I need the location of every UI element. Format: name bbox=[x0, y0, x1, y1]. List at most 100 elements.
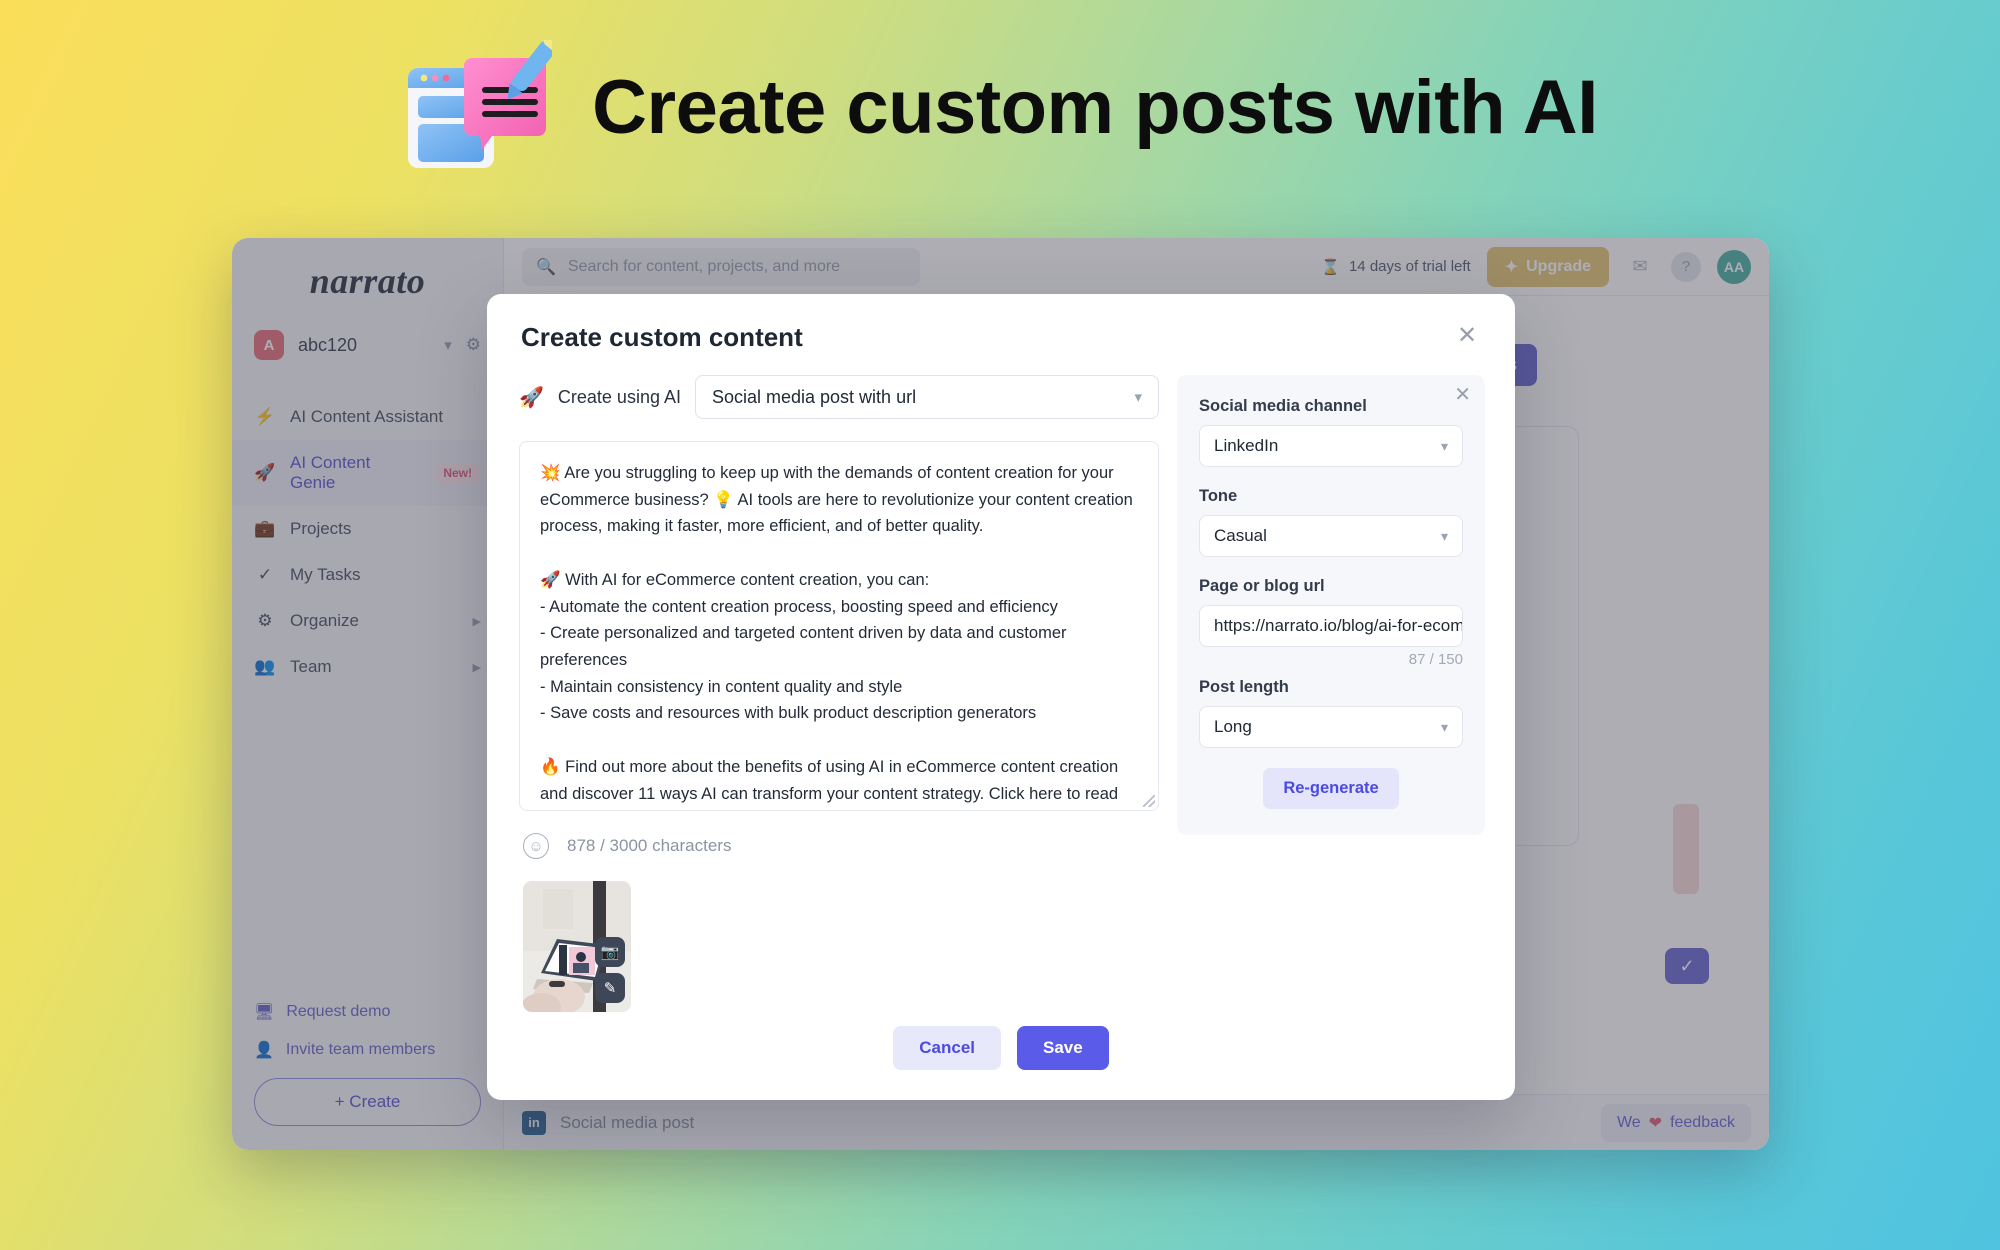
sidebar-item-my-tasks[interactable]: ✓ My Tasks bbox=[232, 552, 503, 598]
request-demo-label: Request demo bbox=[286, 1003, 391, 1020]
editor-blank-line bbox=[540, 727, 1138, 754]
editor-bullet: - Maintain consistency in content qualit… bbox=[540, 677, 903, 696]
sidebar-footer: 🖥 Request demo 👤 Invite team members + C… bbox=[232, 1002, 503, 1126]
post-length-label: Post length bbox=[1199, 678, 1289, 696]
search-icon: 🔍 bbox=[536, 258, 556, 276]
add-person-icon: 👤 bbox=[254, 1042, 274, 1059]
tone-select[interactable]: Casual ▾ bbox=[1199, 515, 1463, 557]
envelope-icon[interactable]: ✉ bbox=[1625, 252, 1655, 282]
feedback-suffix: feedback bbox=[1670, 1113, 1735, 1131]
sidebar-item-team[interactable]: 👥 Team ▶ bbox=[232, 644, 503, 690]
post-length-value: Long bbox=[1214, 717, 1252, 736]
workspace-avatar: A bbox=[254, 330, 284, 360]
page-title: Create custom posts with AI bbox=[592, 65, 1598, 150]
close-icon[interactable]: ✕ bbox=[1454, 385, 1471, 405]
page-or-blog-url-input[interactable]: https://narrato.io/blog/ai-for-ecommerce bbox=[1199, 605, 1463, 647]
editor-bullet: - Create personalized and targeted conte… bbox=[540, 624, 1067, 670]
rocket-icon: 🚀 bbox=[254, 463, 276, 482]
window-with-pencil-illustration bbox=[402, 34, 561, 175]
sidebar-item-organize[interactable]: ⚙ Organize ▶ bbox=[232, 598, 503, 644]
cancel-button[interactable]: Cancel bbox=[893, 1026, 1002, 1070]
editor-paragraph: 🚀 With AI for eCommerce content creation… bbox=[540, 570, 930, 589]
create-using-ai-label: Create using AI bbox=[557, 386, 681, 407]
page-or-blog-url-value: https://narrato.io/blog/ai-for-ecommerce bbox=[1214, 616, 1463, 635]
trial-label: 14 days of trial left bbox=[1348, 258, 1471, 275]
sidebar-item-label: Projects bbox=[290, 519, 352, 538]
question-mark-icon[interactable]: ? bbox=[1671, 251, 1702, 282]
chevron-right-icon: ▶ bbox=[472, 661, 481, 674]
tone-label: Tone bbox=[1199, 487, 1238, 505]
badge-new: New! bbox=[434, 463, 481, 483]
editor-blank-line bbox=[540, 540, 1138, 567]
avatar[interactable]: AA bbox=[1717, 249, 1752, 284]
sidebar-item-label: AI Content Genie bbox=[290, 453, 371, 492]
page-or-blog-url-label: Page or blog url bbox=[1199, 577, 1325, 595]
sidebar-item-ai-content-assistant[interactable]: ⚡ AI Content Assistant bbox=[232, 394, 503, 440]
tone-value: Casual bbox=[1214, 526, 1267, 545]
editor-bullet: - Save costs and resources with bulk pro… bbox=[540, 704, 1037, 723]
character-count: 878 / 3000 characters bbox=[567, 836, 732, 856]
create-custom-content-modal: Create custom content ✕ 🚀 Create using A… bbox=[487, 294, 1515, 1100]
request-demo-link[interactable]: 🖥 Request demo bbox=[254, 1002, 481, 1022]
character-count-row: ☺ 878 / 3000 characters bbox=[523, 833, 1159, 860]
upgrade-label: Upgrade bbox=[1526, 257, 1592, 275]
search-input[interactable]: 🔍 Search for content, projects, and more bbox=[522, 247, 920, 286]
close-icon[interactable]: ✕ bbox=[1453, 322, 1481, 350]
workspace-switcher[interactable]: A abc120 ▾ ⚙ bbox=[232, 330, 503, 360]
hero-banner: Create custom posts with AI bbox=[0, 34, 2000, 175]
monitor-icon: 🖥 bbox=[254, 1004, 275, 1021]
invite-team-members-link[interactable]: 👤 Invite team members bbox=[254, 1040, 481, 1060]
invite-label: Invite team members bbox=[285, 1041, 436, 1058]
linkedin-icon: in bbox=[522, 1110, 546, 1135]
content-type-value: Social media post with url bbox=[711, 386, 917, 407]
sidebar-item-label: AI Content Assistant bbox=[290, 407, 444, 426]
gears-icon: ⚙ bbox=[257, 611, 273, 630]
camera-icon[interactable]: 📷 bbox=[595, 937, 625, 968]
resize-handle[interactable] bbox=[1143, 795, 1155, 808]
save-button[interactable]: Save bbox=[1017, 1026, 1109, 1070]
heart-icon: ❤ bbox=[1648, 1114, 1663, 1132]
editor-paragraph: 💥 Are you struggling to keep up with the… bbox=[540, 464, 1133, 536]
gear-icon[interactable]: ⚙ bbox=[466, 335, 481, 355]
people-icon: 👥 bbox=[254, 657, 276, 676]
upgrade-button[interactable]: ✦ Upgrade bbox=[1486, 246, 1610, 287]
chevron-down-icon: ▾ bbox=[1440, 437, 1448, 454]
rocket-icon: 🚀 bbox=[519, 386, 544, 409]
bottombar-label: Social media post bbox=[560, 1112, 695, 1132]
sidebar-item-label: Team bbox=[290, 657, 332, 676]
create-button[interactable]: + Create bbox=[254, 1078, 481, 1126]
hourglass-icon: ⌛ bbox=[1321, 258, 1340, 276]
editor-pane: 🚀 Create using AI Social media post with… bbox=[519, 375, 1159, 1012]
modal-header: Create custom content ✕ bbox=[487, 294, 1515, 353]
lightning-icon: ⚡ bbox=[254, 407, 276, 426]
social-media-channel-select[interactable]: LinkedIn ▾ bbox=[1199, 425, 1463, 467]
chevron-down-icon: ▾ bbox=[1440, 718, 1448, 735]
post-image-thumbnail[interactable]: 📷 ✎ bbox=[523, 881, 631, 1012]
social-media-channel-value: LinkedIn bbox=[1214, 436, 1279, 455]
regenerate-button[interactable]: Re-generate bbox=[1263, 768, 1399, 809]
sidebar-item-label: My Tasks bbox=[290, 565, 361, 584]
sidebar-item-ai-content-genie[interactable]: 🚀 AI Content Genie New! bbox=[232, 440, 503, 506]
pencil-icon[interactable]: ✎ bbox=[595, 973, 625, 1004]
top-bar: 🔍 Search for content, projects, and more… bbox=[504, 238, 1769, 296]
sidebar-item-projects[interactable]: 💼 Projects bbox=[232, 506, 503, 552]
trial-status: ⌛ 14 days of trial left bbox=[1321, 258, 1470, 276]
content-type-select[interactable]: Social media post with url ▾ bbox=[694, 375, 1159, 419]
workspace-name: abc120 bbox=[298, 334, 358, 355]
chevron-down-icon: ▾ bbox=[1440, 527, 1448, 544]
url-character-count: 87 / 150 bbox=[1408, 651, 1463, 668]
feedback-button[interactable]: We ❤ feedback bbox=[1600, 1103, 1751, 1142]
smiley-icon[interactable]: ☺ bbox=[523, 833, 549, 860]
check-icon[interactable]: ✓ bbox=[1665, 948, 1709, 984]
checklist-icon: ✓ bbox=[257, 565, 273, 584]
sidebar-item-label: Organize bbox=[290, 611, 359, 630]
post-length-select[interactable]: Long ▾ bbox=[1199, 706, 1463, 748]
chevron-down-icon[interactable]: ▾ bbox=[444, 336, 452, 354]
sidebar: narrato A abc120 ▾ ⚙ ⚡ AI Content Assist… bbox=[232, 238, 504, 1150]
chevron-right-icon: ▶ bbox=[472, 615, 481, 628]
chevron-down-icon: ▾ bbox=[1134, 389, 1142, 406]
bottom-bar: in Social media post We ❤ feedback bbox=[504, 1094, 1769, 1150]
modal-footer: Cancel Save bbox=[487, 1012, 1515, 1100]
settings-panel: ✕ Social media channel LinkedIn ▾ Tone C… bbox=[1177, 375, 1485, 835]
content-textarea[interactable]: 💥 Are you struggling to keep up with the… bbox=[519, 441, 1159, 812]
